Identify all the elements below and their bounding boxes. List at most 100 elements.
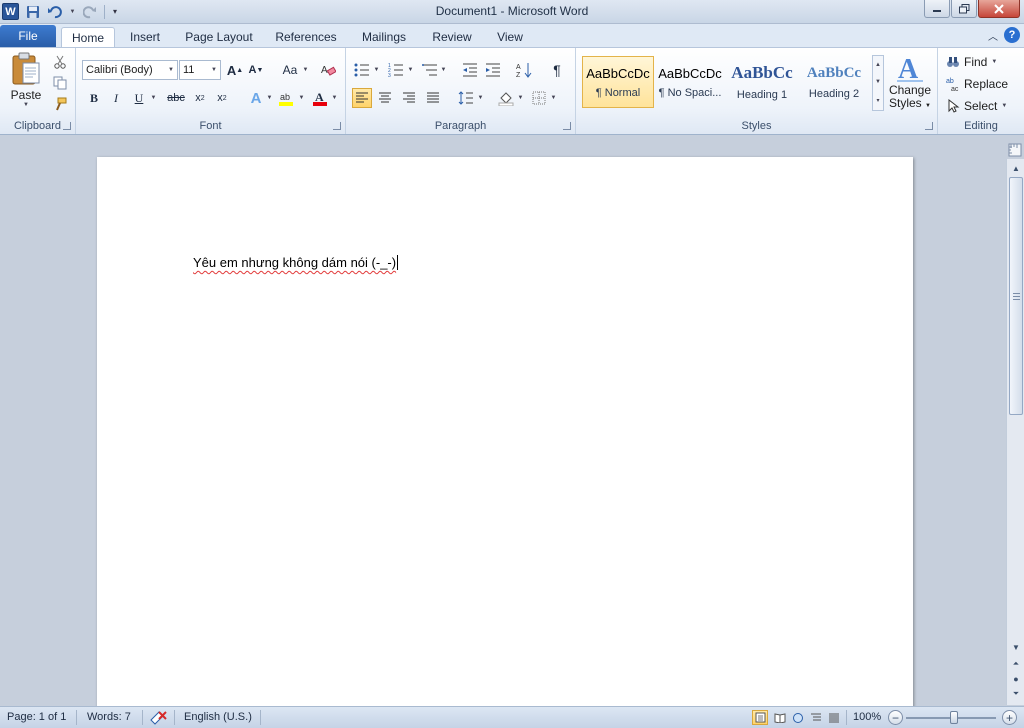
page-count[interactable]: Page: 1 of 1	[7, 711, 66, 723]
styles-scroll-up-icon[interactable]: ▲	[875, 62, 881, 68]
decrease-indent-icon[interactable]	[460, 60, 480, 80]
grow-font-icon[interactable]: A ▲	[225, 60, 245, 80]
scroll-down-icon[interactable]: ▼	[1008, 639, 1024, 655]
tab-home[interactable]: Home	[61, 27, 115, 48]
change-styles-button[interactable]: A Change Styles ▼	[888, 52, 932, 116]
zoom-slider-thumb[interactable]	[950, 711, 958, 724]
borders-dropdown-icon[interactable]: ▼	[550, 88, 557, 108]
paragraph-dialog-launcher[interactable]	[563, 122, 571, 130]
font-size-dropdown-icon[interactable]: ▼	[208, 61, 220, 79]
svg-text:A: A	[898, 54, 919, 84]
restore-button[interactable]	[951, 0, 977, 18]
view-ruler-button[interactable]	[1006, 140, 1024, 160]
italic-button[interactable]: I	[106, 88, 126, 108]
style-heading-2[interactable]: AaBbCc Heading 2	[798, 56, 870, 108]
draft-view-icon[interactable]	[826, 710, 842, 725]
increase-indent-icon[interactable]	[483, 60, 503, 80]
proofing-errors-icon[interactable]	[150, 710, 168, 728]
close-button[interactable]	[978, 0, 1020, 18]
zoom-level[interactable]: 100%	[853, 711, 881, 723]
align-right-button[interactable]	[399, 88, 419, 108]
bold-button[interactable]: B	[84, 88, 104, 108]
font-dialog-launcher[interactable]	[333, 122, 341, 130]
word-count[interactable]: Words: 7	[87, 711, 131, 723]
font-color-button[interactable]: A	[310, 88, 330, 108]
show-hide-marks-icon[interactable]: ¶	[547, 60, 567, 80]
tab-insert[interactable]: Insert	[122, 27, 168, 47]
tab-references[interactable]: References	[271, 27, 341, 47]
font-name-combo[interactable]: Calibri (Body) ▼	[82, 60, 178, 80]
change-case-icon[interactable]: Aa	[278, 60, 302, 80]
document-page[interactable]: Yêu em nhưng không dám nói (-_-)	[97, 157, 913, 717]
text-effects-icon[interactable]: A	[246, 88, 266, 108]
styles-more-icon[interactable]: ▾	[876, 97, 879, 104]
highlight-color-button[interactable]: ab	[276, 88, 296, 108]
find-button[interactable]: Find ▼	[946, 53, 997, 71]
tabbar-right: ︿ ?	[988, 27, 1020, 43]
clear-formatting-icon[interactable]: A	[318, 60, 338, 80]
web-layout-view-icon[interactable]	[790, 710, 806, 725]
select-button[interactable]: Select ▼	[946, 97, 1007, 115]
minimize-ribbon-icon[interactable]: ︿	[988, 28, 998, 43]
font-name-dropdown-icon[interactable]: ▼	[165, 61, 177, 79]
previous-page-icon[interactable]: ⏶	[1008, 656, 1024, 672]
font-size-combo[interactable]: 11 ▼	[179, 60, 221, 80]
font-color-dropdown-icon[interactable]: ▼	[331, 88, 338, 108]
clipboard-dialog-launcher[interactable]	[63, 122, 71, 130]
line-spacing-icon[interactable]	[456, 88, 476, 108]
select-browse-object-icon[interactable]: ●	[1008, 671, 1024, 687]
bullets-dropdown-icon[interactable]: ▼	[373, 60, 380, 80]
cut-icon[interactable]	[50, 52, 70, 72]
full-screen-reading-view-icon[interactable]	[772, 710, 788, 725]
tab-page-layout[interactable]: Page Layout	[181, 27, 257, 47]
styles-dialog-launcher[interactable]	[925, 122, 933, 130]
print-layout-view-icon[interactable]	[752, 710, 768, 725]
help-icon[interactable]: ?	[1004, 27, 1020, 43]
format-painter-icon[interactable]	[50, 94, 70, 114]
document-body-text[interactable]: Yêu em nhưng không dám nói (-_-)	[193, 255, 399, 270]
replace-button[interactable]: ab ac Replace	[946, 75, 1008, 93]
scrollbar-thumb[interactable]	[1009, 177, 1023, 415]
zoom-in-button[interactable]: +	[1002, 710, 1017, 725]
style-heading-1[interactable]: AaBbCc Heading 1	[726, 56, 798, 108]
tab-file[interactable]: File	[0, 25, 56, 47]
underline-button[interactable]: U	[129, 88, 149, 108]
copy-icon[interactable]	[50, 73, 70, 93]
align-center-button[interactable]	[375, 88, 395, 108]
change-case-dropdown-icon[interactable]: ▼	[302, 60, 309, 80]
shading-icon[interactable]	[496, 88, 516, 108]
styles-scroll-down-icon[interactable]: ▼	[875, 79, 881, 85]
tab-review[interactable]: Review	[427, 27, 477, 47]
underline-dropdown-icon[interactable]: ▼	[150, 88, 157, 108]
style-normal[interactable]: AaBbCcDc ¶ Normal	[582, 56, 654, 108]
numbering-icon[interactable]: 123	[386, 60, 406, 80]
next-page-icon[interactable]: ⏷	[1008, 686, 1024, 702]
zoom-out-button[interactable]: −	[888, 710, 903, 725]
minimize-button[interactable]	[924, 0, 950, 18]
paste-button[interactable]: Paste ▼	[6, 52, 46, 114]
multilevel-dropdown-icon[interactable]: ▼	[440, 60, 447, 80]
language-indicator[interactable]: English (U.S.)	[184, 711, 252, 723]
bullets-icon[interactable]	[352, 60, 372, 80]
strikethrough-button[interactable]: abc	[164, 88, 188, 108]
sort-icon[interactable]: AZ	[514, 60, 534, 80]
highlight-dropdown-icon[interactable]: ▼	[298, 88, 305, 108]
borders-icon[interactable]	[529, 88, 549, 108]
multilevel-list-icon[interactable]	[420, 60, 440, 80]
subscript-button[interactable]: x2	[190, 88, 210, 108]
line-spacing-dropdown-icon[interactable]: ▼	[477, 88, 484, 108]
style-no-spacing[interactable]: AaBbCcDc ¶ No Spaci...	[654, 56, 726, 108]
scroll-up-icon[interactable]: ▲	[1008, 160, 1024, 176]
text-effects-dropdown-icon[interactable]: ▼	[266, 88, 273, 108]
superscript-button[interactable]: x2	[212, 88, 232, 108]
vertical-scrollbar[interactable]: ▲ ▼ ⏶ ● ⏷	[1006, 159, 1024, 705]
outline-view-icon[interactable]	[808, 710, 824, 725]
justify-button[interactable]	[423, 88, 443, 108]
shrink-font-icon[interactable]: A ▼	[246, 60, 266, 80]
numbering-dropdown-icon[interactable]: ▼	[407, 60, 414, 80]
align-left-button[interactable]	[352, 88, 372, 108]
tab-mailings[interactable]: Mailings	[355, 27, 413, 47]
shading-dropdown-icon[interactable]: ▼	[517, 88, 524, 108]
title-bar: W ▼ ▾ Document1 - Microsoft Word	[0, 0, 1024, 24]
tab-view[interactable]: View	[490, 27, 530, 47]
